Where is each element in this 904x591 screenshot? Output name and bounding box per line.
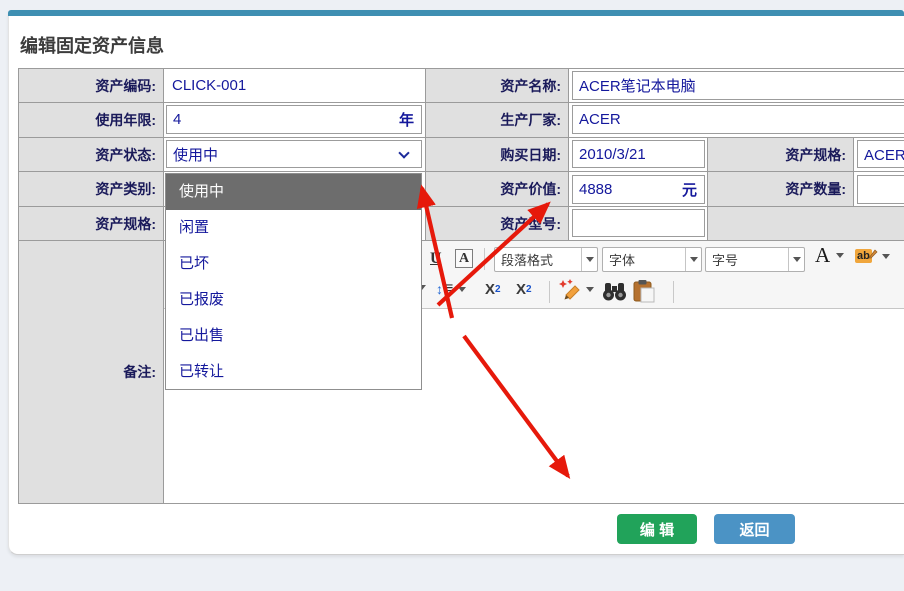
manufacturer-input[interactable] [573, 106, 904, 133]
label-asset-value: 资产价值: [425, 171, 569, 207]
asset-name-field [572, 71, 904, 100]
underline-icon[interactable]: U [430, 250, 442, 268]
dropdown-option-in-use[interactable]: 使用中 [166, 174, 421, 210]
highlight-color-icon[interactable]: ab [855, 249, 890, 263]
asset-status-selected-value: 使用中 [167, 144, 218, 165]
font-frame-icon[interactable]: A [455, 249, 473, 268]
label-remark: 备注: [18, 240, 164, 504]
label-asset-spec-right: 资产规格: [707, 137, 854, 172]
label-asset-name: 资产名称: [425, 68, 569, 103]
page: 编辑固定资产信息 资产编码: 使用年限: 资产状态: 资产类别: 资产规格: 备… [0, 0, 904, 591]
toolbar-separator [549, 281, 550, 303]
label-asset-spec-left: 资产规格: [18, 206, 164, 241]
asset-status-select[interactable]: 使用中 [166, 140, 422, 168]
label-asset-category: 资产类别: [18, 171, 164, 207]
asset-status-dropdown: 使用中 闲置 已坏 已报废 已出售 已转让 [165, 173, 422, 390]
purchase-date-input[interactable] [573, 141, 704, 167]
purchase-date-field [572, 140, 705, 168]
service-life-field: 年 [166, 105, 422, 134]
service-life-input[interactable] [167, 106, 399, 133]
dropdown-option-sold[interactable]: 已出售 [166, 318, 421, 354]
paragraph-format-combo[interactable]: 段落格式 [494, 247, 598, 272]
font-family-combo[interactable]: 字体 [602, 247, 702, 272]
asset-value-input[interactable] [573, 176, 682, 203]
font-size-combo[interactable]: 字号 [705, 247, 805, 272]
paste-clipboard-icon[interactable] [632, 279, 657, 303]
superscript-icon[interactable]: X2 [485, 281, 501, 298]
combo-caret-icon[interactable] [685, 248, 701, 271]
cell-asset-code: CLICK-001 [163, 68, 426, 103]
format-wand-icon[interactable] [558, 278, 594, 301]
asset-model-input[interactable] [573, 210, 704, 236]
label-purchase-date: 购买日期: [425, 137, 569, 172]
chevron-down-icon[interactable] [398, 147, 409, 158]
edit-button[interactable]: 编 辑 [617, 514, 697, 544]
asset-spec-right-field [857, 140, 904, 168]
find-binoculars-icon[interactable] [602, 281, 627, 302]
font-color-icon[interactable]: A [815, 245, 844, 266]
asset-name-input[interactable] [573, 72, 904, 99]
dropdown-option-transferred[interactable]: 已转让 [166, 354, 421, 390]
page-title: 编辑固定资产信息 [20, 32, 164, 58]
asset-model-field [572, 209, 705, 237]
asset-spec-right-input[interactable] [858, 141, 904, 167]
label-manufacturer: 生产厂家: [425, 102, 569, 138]
toolbar-separator [484, 248, 485, 270]
manufacturer-field [572, 105, 904, 134]
back-button[interactable]: 返回 [714, 514, 795, 544]
label-asset-code: 资产编码: [18, 68, 164, 103]
asset-value-suffix: 元 [682, 179, 704, 200]
label-asset-status: 资产状态: [18, 137, 164, 172]
accent-bar [8, 10, 904, 16]
service-life-suffix: 年 [399, 109, 421, 130]
dropdown-option-idle[interactable]: 闲置 [166, 210, 421, 246]
label-asset-quantity: 资产数量: [707, 171, 854, 207]
dropdown-option-scrapped[interactable]: 已报废 [166, 282, 421, 318]
line-height-icon[interactable]: ↕ ≡ [436, 280, 466, 298]
label-asset-model: 资产型号: [425, 206, 569, 241]
combo-caret-icon[interactable] [581, 248, 597, 271]
label-service-life: 使用年限: [18, 102, 164, 138]
toolbar-separator [673, 281, 674, 303]
asset-quantity-field [857, 175, 904, 204]
combo-caret-icon[interactable] [788, 248, 804, 271]
subscript-icon[interactable]: X2 [516, 281, 532, 298]
asset-value-field: 元 [572, 175, 705, 204]
filler-cell [707, 206, 904, 241]
asset-code-value: CLICK-001 [164, 77, 246, 94]
dropdown-option-broken[interactable]: 已坏 [166, 246, 421, 282]
asset-quantity-input[interactable] [858, 176, 904, 203]
